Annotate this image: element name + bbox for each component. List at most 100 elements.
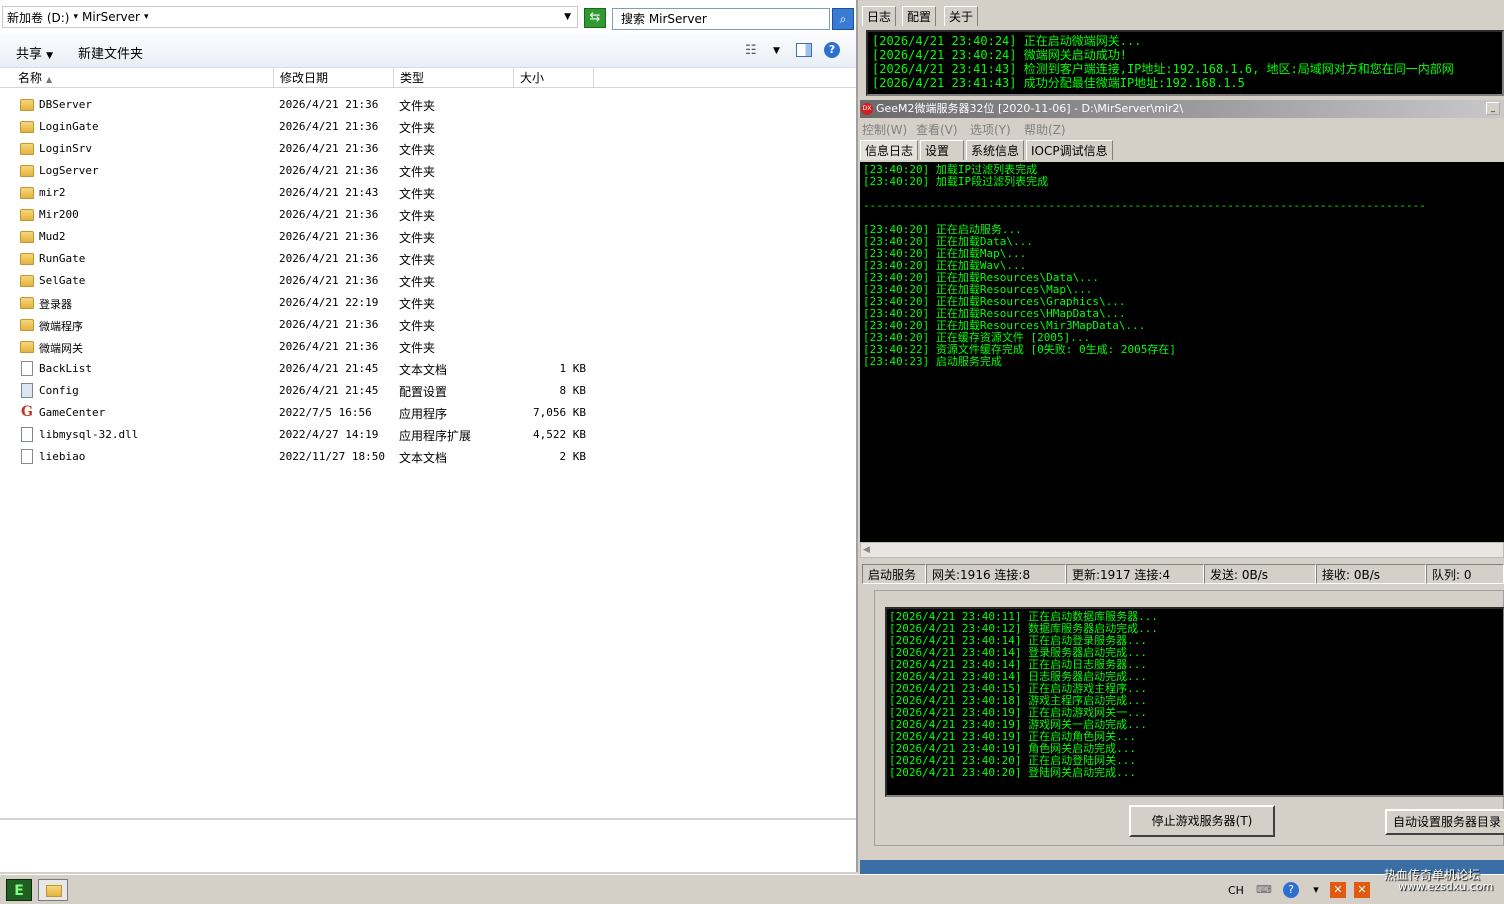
- file-row[interactable]: DBServer 2026/4/21 21:36 文件夹: [0, 94, 856, 116]
- menu-help[interactable]: 帮助(Z): [1024, 121, 1066, 138]
- file-row[interactable]: LoginGate 2026/4/21 21:36 文件夹: [0, 116, 856, 138]
- folder-icon: [20, 231, 34, 243]
- file-date: 2026/4/21 21:36: [279, 120, 379, 133]
- file-date: 2026/4/21 21:36: [279, 340, 379, 353]
- refresh-icon[interactable]: ⇆: [584, 8, 606, 28]
- file-type: 文件夹: [399, 165, 436, 179]
- column-name[interactable]: 名称 ▲: [0, 68, 274, 88]
- tray-app-icon[interactable]: ✕: [1354, 882, 1370, 898]
- file-type: 文件夹: [399, 275, 436, 289]
- app-logo-icon: DX: [861, 103, 873, 115]
- tab-settings[interactable]: 设置: [920, 140, 964, 160]
- file-type: 文本文档: [399, 451, 448, 465]
- dll-file-icon: [21, 427, 33, 442]
- file-name: LoginGate: [39, 120, 99, 133]
- tray-dropdown-icon[interactable]: ▾: [1308, 882, 1324, 898]
- file-name: Config: [39, 384, 79, 397]
- auto-set-server-dir-button[interactable]: 自动设置服务器目录: [1385, 809, 1504, 835]
- status-update: 更新:1917 连接:4: [1066, 564, 1204, 584]
- tab-config[interactable]: 配置: [902, 6, 937, 26]
- folder-icon: [20, 121, 34, 133]
- tab-about[interactable]: 关于: [944, 6, 979, 26]
- search-icon[interactable]: ⌕: [832, 8, 854, 30]
- file-row[interactable]: mir2 2026/4/21 21:43 文件夹: [0, 182, 856, 204]
- menu-control[interactable]: 控制(W): [862, 121, 907, 138]
- file-type: 文件夹: [399, 209, 436, 223]
- file-type: 文件夹: [399, 187, 436, 201]
- column-size[interactable]: 大小: [514, 68, 594, 88]
- scroll-left-icon[interactable]: ◀: [863, 543, 870, 557]
- breadcrumb-folder[interactable]: MirServer: [82, 10, 140, 24]
- tab-iocp-debug[interactable]: IOCP调试信息: [1026, 140, 1113, 160]
- file-name: Mud2: [39, 230, 66, 243]
- file-row[interactable]: libmysql-32.dll 2022/4/27 14:19 应用程序扩展 4,52…: [0, 424, 856, 446]
- file-row[interactable]: 微端程序 2026/4/21 21:36 文件夹: [0, 314, 856, 336]
- file-name: 登录器: [39, 298, 72, 311]
- menu-view[interactable]: 查看(V): [916, 121, 958, 138]
- tab-info-log[interactable]: 信息日志: [860, 140, 919, 160]
- file-row[interactable]: RunGate 2026/4/21 21:36 文件夹: [0, 248, 856, 270]
- share-button[interactable]: 共享 ▼: [16, 43, 53, 62]
- status-queue: 队列: 0: [1426, 564, 1504, 584]
- config-file-icon: [21, 383, 33, 398]
- new-folder-button[interactable]: 新建文件夹: [78, 43, 143, 62]
- log-line: [2026/4/21 23:41:43] 成功分配最佳微端IP地址:192.16…: [872, 76, 1245, 90]
- file-row[interactable]: Mud2 2026/4/21 21:36 文件夹: [0, 226, 856, 248]
- history-dropdown-icon[interactable]: ▼: [564, 12, 571, 22]
- chevron-down-icon[interactable]: ▼: [773, 46, 780, 56]
- menu-options[interactable]: 选项(Y): [970, 121, 1011, 138]
- watermark-url: www.ezsdxu.com: [1398, 880, 1494, 893]
- file-row[interactable]: Config 2026/4/21 21:45 配置设置 8 KB: [0, 380, 856, 402]
- file-size: 4,522 KB: [533, 428, 586, 441]
- folder-icon: [20, 165, 34, 177]
- file-row[interactable]: Mir200 2026/4/21 21:36 文件夹: [0, 204, 856, 226]
- file-name: Mir200: [39, 208, 79, 221]
- breadcrumb-drive[interactable]: 新加卷 (D:): [7, 9, 69, 26]
- file-row[interactable]: 登录器 2026/4/21 22:19 文件夹: [0, 292, 856, 314]
- search-input[interactable]: 搜索 MirServer: [612, 8, 830, 30]
- file-row[interactable]: BackList 2026/4/21 21:45 文本文档 1 KB: [0, 358, 856, 380]
- minimize-icon[interactable]: _: [1486, 102, 1500, 115]
- view-options-icon[interactable]: ☷: [745, 43, 757, 58]
- file-date: 2026/4/21 21:36: [279, 230, 379, 243]
- file-date: 2026/4/21 21:45: [279, 384, 379, 397]
- file-row[interactable]: 微端网关 2026/4/21 21:36 文件夹: [0, 336, 856, 358]
- keyboard-icon[interactable]: ⌨: [1256, 882, 1272, 898]
- column-type[interactable]: 类型: [394, 68, 514, 88]
- file-row[interactable]: LoginSrv 2026/4/21 21:36 文件夹: [0, 138, 856, 160]
- tray-app-icon[interactable]: ✕: [1330, 882, 1346, 898]
- chevron-down-icon[interactable]: ▾: [144, 12, 149, 22]
- file-name: DBServer: [39, 98, 92, 111]
- language-indicator[interactable]: CH: [1228, 884, 1244, 897]
- column-header: 名称 ▲ 修改日期 类型 大小: [0, 68, 856, 88]
- file-date: 2026/4/21 21:45: [279, 362, 379, 375]
- server-tabs: 信息日志 设置 系统信息 IOCP调试信息: [860, 140, 1504, 160]
- taskbar-app-m2[interactable]: E: [6, 879, 32, 901]
- file-size: 2 KB: [559, 450, 587, 463]
- text-file-icon: [21, 361, 33, 376]
- file-type: 文件夹: [399, 143, 436, 157]
- horizontal-scrollbar[interactable]: ◀: [860, 542, 1504, 558]
- folder-icon: [20, 253, 34, 265]
- help-icon[interactable]: ?: [1283, 882, 1299, 898]
- tab-system-info[interactable]: 系统信息: [966, 140, 1025, 160]
- tab-log[interactable]: 日志: [862, 6, 897, 26]
- file-row[interactable]: SelGate 2026/4/21 21:36 文件夹: [0, 270, 856, 292]
- folder-icon: [20, 99, 34, 111]
- log-line: ----------------------------------------…: [863, 199, 1426, 212]
- file-row[interactable]: G GameCenter 2022/7/5 16:56 应用程序 7,056 KB: [0, 402, 856, 424]
- file-name: libmysql-32.dll: [39, 428, 139, 441]
- taskbar-app-explorer[interactable]: [38, 879, 68, 901]
- help-icon[interactable]: ?: [824, 42, 840, 58]
- file-size: 1 KB: [559, 362, 587, 375]
- file-name: 微端程序: [39, 320, 83, 333]
- column-date[interactable]: 修改日期: [274, 68, 394, 88]
- preview-pane-icon[interactable]: [796, 43, 812, 57]
- file-name: GameCenter: [39, 406, 106, 419]
- chevron-down-icon[interactable]: ▾: [73, 12, 78, 22]
- stop-game-server-button[interactable]: 停止游戏服务器(T): [1129, 805, 1275, 837]
- file-row[interactable]: liebiao 2022/11/27 18:50 文本文档 2 KB: [0, 446, 856, 468]
- file-row[interactable]: LogServer 2026/4/21 21:36 文件夹: [0, 160, 856, 182]
- address-bar[interactable]: 新加卷 (D:) ▾ MirServer ▾ ▼: [2, 6, 578, 28]
- server-status-bar: 启动服务 网关:1916 连接:8 更新:1917 连接:4 发送: 0B/s …: [860, 564, 1504, 584]
